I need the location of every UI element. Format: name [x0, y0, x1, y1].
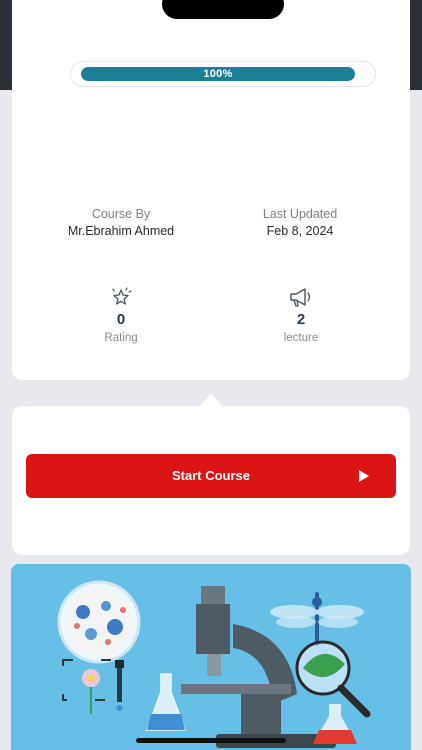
start-course-button[interactable]: Start Course [26, 454, 396, 498]
home-indicator [136, 738, 286, 743]
last-updated: Last Updated Feb 8, 2024 [225, 206, 375, 239]
start-course-label: Start Course [171, 468, 251, 483]
course-banner-image[interactable] [11, 564, 411, 750]
card-pointer [200, 393, 222, 406]
lecture-count: 2 [296, 311, 306, 328]
last-updated-date: Feb 8, 2024 [266, 224, 334, 238]
course-by-label: Course By [91, 207, 151, 221]
lecture-stat: 2 lecture [241, 286, 361, 345]
play-icon [359, 470, 369, 482]
last-updated-label: Last Updated [262, 207, 338, 221]
action-card: Start Course [12, 406, 410, 555]
redacted-title [162, 0, 284, 19]
progress-container: 100% [70, 61, 376, 87]
megaphone-icon [290, 288, 311, 307]
progress-bar: 100% [81, 67, 355, 81]
lecture-label: lecture [283, 332, 319, 344]
stars-icon [112, 287, 132, 305]
instructor-name: Mr.Ebrahim Ahmed [67, 224, 175, 238]
rating-label: Rating [104, 332, 138, 344]
course-by: Course By Mr.Ebrahim Ahmed [46, 206, 196, 239]
course-info-card: 100% Course By Mr.Ebrahim Ahmed Last Upd… [12, 0, 410, 380]
biology-illustration [11, 564, 411, 750]
progress-label: 100% [203, 68, 233, 80]
rating-value: 0 [116, 311, 126, 328]
rating-stat: 0 Rating [61, 286, 181, 345]
